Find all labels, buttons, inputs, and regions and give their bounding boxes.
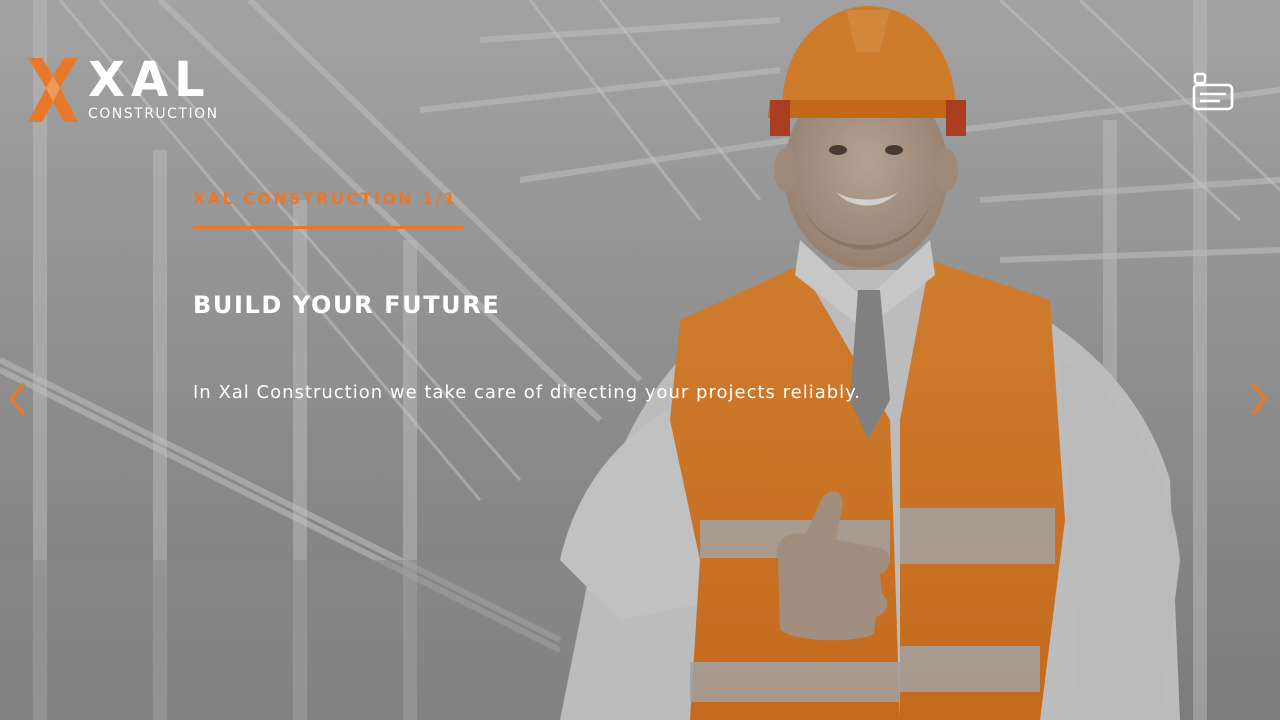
menu-button[interactable] [1190, 70, 1236, 114]
logo-tagline: CONSTRUCTION [88, 106, 219, 122]
menu-card-icon [1192, 72, 1234, 111]
chevron-left-icon [9, 383, 25, 415]
eyebrow-underline [193, 226, 463, 229]
logo-wordmark: XAL [88, 52, 211, 108]
brand-logo[interactable]: XAL CONSTRUCTION [28, 52, 248, 128]
slider-next-button[interactable] [1246, 380, 1272, 418]
logo-x-mark-icon [28, 58, 78, 122]
slide-headline: BUILD YOUR FUTURE [193, 291, 501, 319]
slider-prev-button[interactable] [4, 380, 30, 418]
slide-subtext: In Xal Construction we take care of dire… [193, 382, 861, 403]
chevron-right-icon [1251, 383, 1267, 415]
slide-eyebrow: XAL CONSTRUCTION 1/1 [193, 189, 458, 208]
